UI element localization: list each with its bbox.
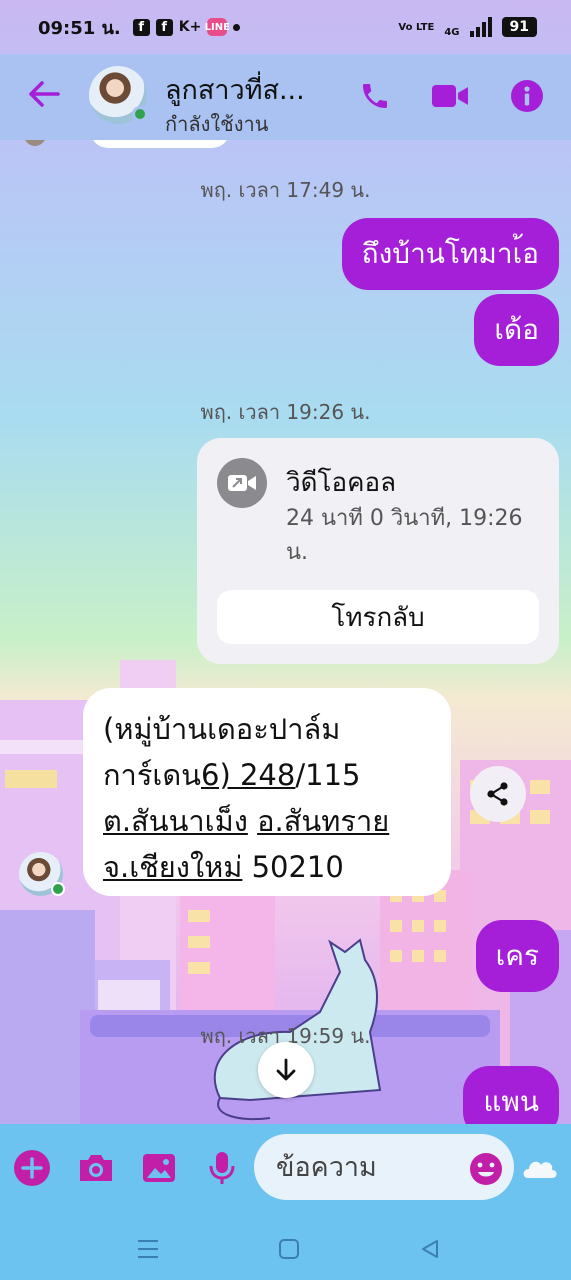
recent-apps-button[interactable]: [131, 1232, 165, 1266]
share-icon: [487, 782, 508, 806]
signal-icon: [469, 17, 492, 37]
contact-avatar[interactable]: [89, 66, 148, 124]
outgoing-message[interactable]: แพน: [463, 1066, 559, 1124]
notification-icons: f f K+ LINE: [132, 18, 241, 36]
chat-header: ลูกสาวที่ส... กำลังใช้งาน: [0, 54, 571, 140]
cloud-icon: [523, 1161, 557, 1178]
video-call-button[interactable]: [430, 78, 470, 114]
status-time: 09:51 น.: [38, 17, 121, 39]
contact-status: กำลังใช้งาน: [165, 112, 269, 136]
more-notifications-dot: [233, 23, 241, 31]
message-line: ต.สันนาเม็ง อ.สันทราย: [103, 798, 435, 844]
message-list[interactable]: พฤ. เวลา 17:49 น. ถึงบ้านโทมาเ้อ เด้อ พฤ…: [0, 140, 571, 1124]
microphone-icon: [209, 1152, 235, 1184]
camera-icon: [80, 1155, 112, 1181]
address-link[interactable]: ต.สันนาเม็ง: [103, 804, 248, 838]
address-link[interactable]: จ.เชียงใหม่: [103, 850, 242, 884]
sender-avatar[interactable]: [19, 852, 65, 896]
voice-message-button[interactable]: [202, 1148, 242, 1188]
volte-icon: Vo LTE: [398, 21, 435, 33]
back-nav-button[interactable]: [413, 1232, 447, 1266]
timestamp: พฤ. เวลา 19:26 น.: [200, 400, 371, 424]
scroll-to-bottom-button[interactable]: [258, 1042, 314, 1098]
previous-message-edge: [90, 140, 230, 148]
quick-reaction-button[interactable]: [520, 1148, 560, 1188]
timestamp: พฤ. เวลา 17:49 น.: [200, 178, 371, 202]
share-button[interactable]: [470, 766, 526, 822]
menu-icon: [138, 1240, 158, 1258]
call-detail: 24 นาที 0 วินาที, 19:26 น.: [286, 506, 523, 565]
gallery-button[interactable]: [139, 1148, 179, 1188]
online-indicator: [132, 106, 148, 122]
smiley-icon: [470, 1153, 502, 1185]
info-icon: [511, 80, 543, 112]
message-text: [248, 804, 257, 838]
message-line: (หมู่บ้านเดอะปาล์ม: [103, 706, 435, 752]
arrow-down-icon: [276, 1058, 296, 1081]
video-camera-icon: [432, 85, 468, 107]
incoming-message[interactable]: (หมู่บ้านเดอะปาล์ม การ์เดน6) 248/115 ต.ส…: [83, 688, 451, 896]
message-line: จ.เชียงใหม่ 50210: [103, 844, 435, 890]
outgoing-message[interactable]: เคร: [475, 920, 559, 992]
plus-circle-icon: [14, 1150, 50, 1186]
missed-video-call-icon: [217, 458, 267, 508]
camera-button[interactable]: [76, 1148, 116, 1188]
square-icon: [279, 1239, 299, 1259]
emoji-button[interactable]: [468, 1151, 504, 1187]
call-back-button[interactable]: โทรกลับ: [217, 590, 539, 644]
add-button[interactable]: [12, 1148, 52, 1188]
call-title: วิดีโอคอล: [286, 468, 397, 498]
network-type: 4G: [444, 26, 460, 38]
info-button[interactable]: [507, 78, 547, 114]
message-text: (หมู่บ้านเดอะปาล์ม: [103, 712, 341, 746]
facebook-icon: f: [155, 18, 173, 36]
message-composer: [0, 1124, 571, 1216]
message-text: การ์เดน: [103, 758, 201, 792]
system-navigation-bar: [0, 1216, 571, 1280]
home-button[interactable]: [272, 1232, 306, 1266]
phone-icon: [363, 84, 387, 108]
outgoing-message[interactable]: ถึงบ้านโทมาเ้อ: [341, 218, 559, 290]
address-link[interactable]: 6) 248: [201, 758, 295, 792]
battery-icon: 91: [501, 17, 537, 37]
contact-name[interactable]: ลูกสาวที่ส...: [165, 68, 305, 111]
address-link[interactable]: อ.สันทราย: [257, 804, 389, 838]
back-arrow-icon: [29, 81, 60, 107]
outgoing-message[interactable]: เด้อ: [474, 294, 559, 366]
kplus-icon: K+: [178, 19, 202, 35]
line-icon: LINE: [205, 18, 230, 36]
message-text: 50210: [242, 850, 344, 884]
voice-call-button[interactable]: [355, 78, 395, 114]
back-button[interactable]: [26, 76, 62, 112]
image-icon: [143, 1154, 175, 1182]
video-call-card: วิดีโอคอล 24 นาที 0 วินาที, 19:26 น. โทร…: [197, 438, 559, 664]
triangle-back-icon: [422, 1240, 438, 1258]
previous-avatar-edge: [24, 140, 46, 146]
online-indicator: [51, 882, 65, 896]
facebook-icon: f: [132, 18, 150, 36]
status-bar: 09:51 น. f f K+ LINE Vo LTE 4G 91: [0, 0, 571, 54]
message-line: การ์เดน6) 248/115: [103, 752, 435, 798]
message-text: /115: [295, 758, 361, 792]
